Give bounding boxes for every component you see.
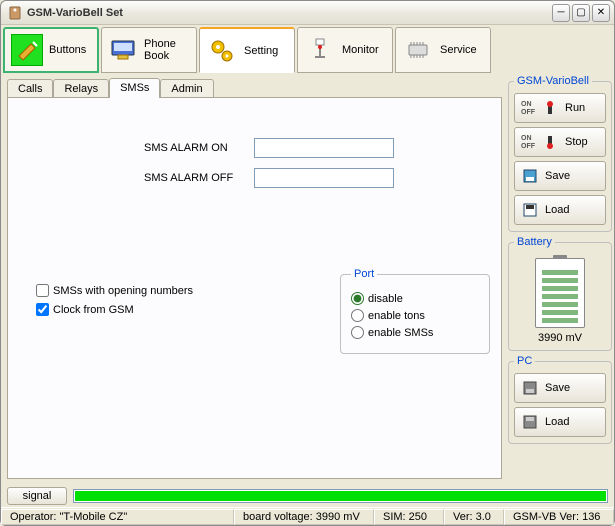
toolbar-setting[interactable]: Setting — [199, 27, 295, 73]
disk-load-icon — [521, 413, 539, 431]
gsm-load-label: Load — [545, 204, 569, 216]
load-icon — [521, 201, 539, 219]
sms-panel: SMS ALARM ON SMS ALARM OFF SMSs with ope… — [7, 97, 502, 479]
signal-button[interactable]: signal — [7, 487, 67, 505]
battery-value: 3990 mV — [514, 332, 606, 344]
save-icon — [521, 167, 539, 185]
port-legend: Port — [351, 268, 377, 280]
gsm-variobell-group: GSM-VarioBell ONOFF Run ONOFF Stop Save … — [508, 75, 612, 232]
app-icon — [7, 5, 23, 21]
toolbar-buttons-label: Buttons — [49, 44, 86, 56]
pc-load-button[interactable]: Load — [514, 407, 606, 437]
port-disable-radio[interactable] — [351, 292, 364, 305]
tab-smss[interactable]: SMSs — [109, 78, 160, 98]
switch-run-icon — [541, 99, 559, 117]
status-board: board voltage: 3990 mV — [234, 509, 374, 525]
window-title: GSM-VarioBell Set — [27, 7, 123, 19]
status-bar: Operator: "T-Mobile CZ" board voltage: 3… — [1, 507, 614, 525]
tab-relays[interactable]: Relays — [53, 79, 109, 98]
gsm-save-button[interactable]: Save — [514, 161, 606, 191]
minimize-button[interactable]: ─ — [552, 4, 570, 22]
clock-gsm-label: Clock from GSM — [53, 304, 134, 316]
close-button[interactable]: ✕ — [592, 4, 610, 22]
service-icon — [402, 34, 434, 66]
switch-stop-icon — [541, 133, 559, 151]
status-fw: GSM-VB Ver: 136 — [504, 509, 614, 525]
setting-icon — [206, 35, 238, 67]
monitor-icon — [304, 34, 336, 66]
gsm-load-button[interactable]: Load — [514, 195, 606, 225]
toolbar-buttons[interactable]: Buttons — [3, 27, 99, 73]
pc-group: PC Save Load — [508, 355, 612, 444]
pc-legend: PC — [514, 355, 535, 367]
run-label: Run — [565, 102, 585, 114]
sms-opening-label: SMSs with opening numbers — [53, 285, 193, 297]
port-disable-label: disable — [368, 293, 403, 305]
status-ver: Ver: 3.0 — [444, 509, 504, 525]
buttons-icon — [11, 34, 43, 66]
sms-opening-checkbox[interactable] — [36, 284, 49, 297]
toolbar-service[interactable]: Service — [395, 27, 491, 73]
gsm-variobell-legend: GSM-VarioBell — [514, 75, 592, 87]
disk-save-icon — [521, 379, 539, 397]
toolbar-monitor-label: Monitor — [342, 44, 379, 56]
status-operator: Operator: "T-Mobile CZ" — [1, 509, 234, 525]
battery-legend: Battery — [514, 236, 555, 248]
toolbar-setting-label: Setting — [244, 45, 278, 57]
toolbar-phonebook[interactable]: Phone Book — [101, 27, 197, 73]
toolbar-phonebook-label: Phone Book — [144, 38, 190, 62]
toolbar-service-label: Service — [440, 44, 477, 56]
onoff-icon: ONOFF — [521, 135, 535, 150]
tab-calls[interactable]: Calls — [7, 79, 53, 98]
tab-admin[interactable]: Admin — [160, 79, 213, 98]
port-tons-label: enable tons — [368, 310, 425, 322]
pc-load-label: Load — [545, 416, 569, 428]
signal-bar — [73, 489, 608, 503]
maximize-button[interactable]: ▢ — [572, 4, 590, 22]
port-group: Port disable enable tons enable SMSs — [340, 268, 490, 354]
alarm-off-input[interactable] — [254, 168, 394, 188]
run-button[interactable]: ONOFF Run — [514, 93, 606, 123]
alarm-on-input[interactable] — [254, 138, 394, 158]
toolbar-monitor[interactable]: Monitor — [297, 27, 393, 73]
battery-group: Battery 3990 mV — [508, 236, 612, 351]
alarm-off-label: SMS ALARM OFF — [144, 172, 254, 184]
port-smss-radio[interactable] — [351, 326, 364, 339]
battery-icon — [535, 258, 585, 328]
stop-button[interactable]: ONOFF Stop — [514, 127, 606, 157]
pc-save-button[interactable]: Save — [514, 373, 606, 403]
phonebook-icon — [108, 34, 138, 66]
port-tons-radio[interactable] — [351, 309, 364, 322]
port-smss-label: enable SMSs — [368, 327, 433, 339]
stop-label: Stop — [565, 136, 588, 148]
onoff-icon: ONOFF — [521, 101, 535, 116]
clock-gsm-checkbox[interactable] — [36, 303, 49, 316]
gsm-save-label: Save — [545, 170, 570, 182]
alarm-on-label: SMS ALARM ON — [144, 142, 254, 154]
pc-save-label: Save — [545, 382, 570, 394]
status-sim: SIM: 250 — [374, 509, 444, 525]
